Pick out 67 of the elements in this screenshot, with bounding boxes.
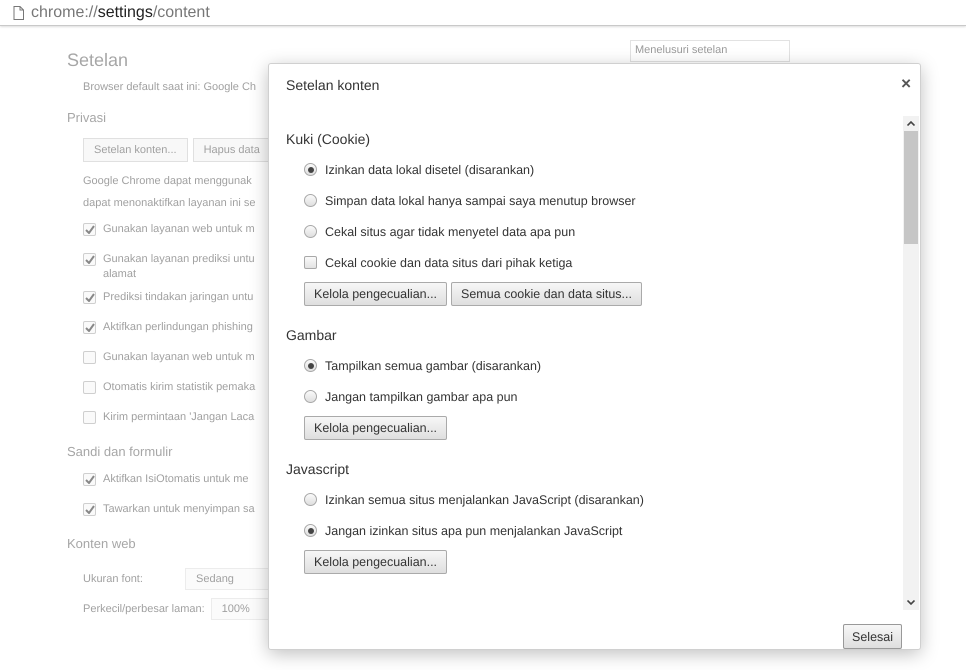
checkbox-label: Prediksi tindakan jaringan untu <box>103 290 254 305</box>
radio-label: Jangan tampilkan gambar apa pun <box>325 390 518 404</box>
scroll-down-icon <box>907 600 915 605</box>
scroll-up-icon <box>907 121 915 126</box>
section-heading: Konten web <box>67 536 136 553</box>
done-button[interactable]: Selesai <box>843 624 902 649</box>
checkbox-label: Tawarkan untuk menyimpan sa <box>103 502 255 517</box>
check-icon <box>84 255 94 264</box>
checkbox[interactable] <box>83 253 96 266</box>
section-heading: Kuki (Cookie) <box>286 131 372 150</box>
checkbox[interactable] <box>83 411 96 424</box>
checkbox-label: Kirim permintaan 'Jangan Laca <box>103 410 254 425</box>
scrollbar[interactable] <box>903 116 919 610</box>
checkbox-label: Aktifkan IsiOtomatis untuk me <box>103 472 248 487</box>
page-icon <box>13 6 24 20</box>
exceptions-button[interactable]: Kelola pengecualian... <box>304 282 448 306</box>
section-heading: Sandi dan formulir <box>67 444 172 461</box>
radio-button[interactable] <box>304 493 317 506</box>
radio-label: Simpan data lokal hanya sampai saya menutup browser <box>325 194 636 208</box>
radio-button[interactable] <box>304 225 317 238</box>
check-icon <box>84 475 94 484</box>
url-text: chrome://settings/content <box>31 4 210 22</box>
checkbox[interactable] <box>83 381 96 394</box>
radio-button[interactable] <box>304 359 317 372</box>
checkbox[interactable] <box>83 503 96 516</box>
checkbox[interactable] <box>304 256 317 270</box>
section-heading: Privasi <box>67 110 106 127</box>
description-text: Browser default saat ini: Google Ch <box>83 80 256 95</box>
radio-label: Jangan izinkan situs apa pun menjalankan JavaScript <box>325 524 622 538</box>
check-icon <box>84 293 94 302</box>
checkbox-label: alamat <box>103 267 138 282</box>
radio-label: Tampilkan semua gambar (disarankan) <box>325 358 542 373</box>
exceptions-button[interactable]: Semua cookie dan data situs... <box>451 282 642 306</box>
scrollbar-thumb[interactable] <box>904 131 918 244</box>
check-icon <box>84 323 94 332</box>
checkbox-label: Cekal cookie dan data situs dari pihak ketiga <box>325 256 572 270</box>
checkbox-label: Gunakan layanan web untuk m <box>103 222 255 237</box>
field-label: Perkecil/perbesar laman: <box>83 603 205 615</box>
radio-button[interactable] <box>304 163 317 176</box>
page-title: Setelan <box>67 50 128 71</box>
exceptions-button[interactable]: Kelola pengecualian... <box>304 416 448 440</box>
checkbox[interactable] <box>83 223 96 236</box>
checkbox-label: Otomatis kirim statistik pemaka <box>103 380 256 395</box>
radio-button[interactable] <box>304 524 317 538</box>
radio-label: Cekal situs agar tidak menyetel data apa pun <box>325 224 576 239</box>
address-bar[interactable]: chrome://settings/content <box>0 0 966 26</box>
exceptions-button[interactable]: Kelola pengecualian... <box>304 550 448 574</box>
checkbox[interactable] <box>83 473 96 486</box>
checkbox[interactable] <box>83 351 96 364</box>
radio-button[interactable] <box>304 390 317 404</box>
checkbox[interactable] <box>83 321 96 334</box>
radio-button[interactable] <box>304 194 317 208</box>
checkbox-label: Aktifkan perlindungan phishing <box>103 320 253 335</box>
check-icon <box>84 225 94 234</box>
dialog-title: Setelan konten <box>286 77 380 93</box>
checkbox[interactable] <box>83 291 96 304</box>
check-icon <box>84 505 94 514</box>
radio-label: Izinkan data lokal disetel (disarankan) <box>325 162 534 177</box>
checkbox-label: Gunakan layanan web untuk m <box>103 350 255 365</box>
checkbox-label: Gunakan layanan prediksi untu <box>103 252 255 267</box>
close-button[interactable]: × <box>899 76 913 92</box>
section-heading: Gambar <box>286 327 338 346</box>
radio-label: Izinkan semua situs menjalankan JavaScript (disarankan) <box>325 492 644 507</box>
field-label: Ukuran font: <box>83 573 144 585</box>
description-text: Google Chrome dapat menggunak <box>83 174 252 189</box>
section-heading: Javascript <box>286 461 350 480</box>
description-text: dapat menonaktifkan layanan ini se <box>83 196 256 211</box>
